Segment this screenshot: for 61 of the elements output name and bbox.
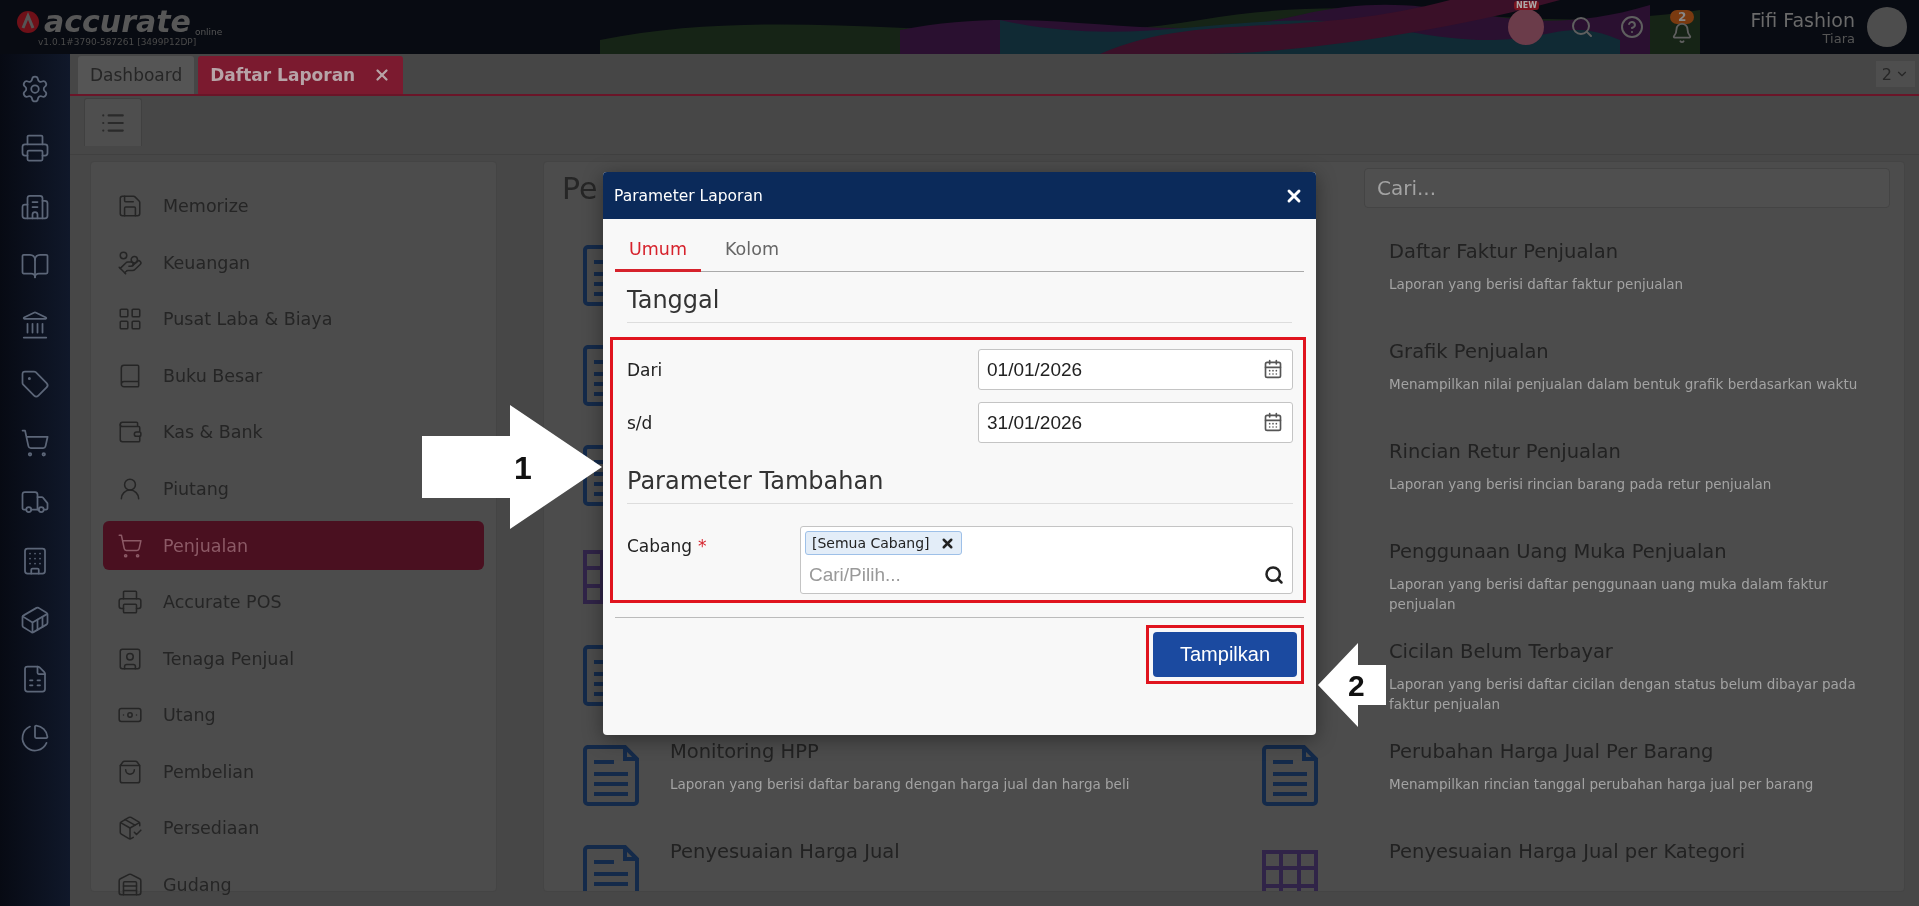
wallet-icon [117, 419, 143, 446]
report-description: Laporan yang berisi rincian barang pada retur penjualan [1389, 475, 1772, 494]
user-role: Tiara [1822, 30, 1855, 46]
logo-text: accurate [44, 7, 191, 37]
menu-item[interactable]: Penjualan [103, 521, 484, 570]
section-heading: Tanggal [627, 286, 1292, 323]
printer-icon [117, 589, 143, 616]
package-icon [117, 815, 143, 842]
calendar-icon[interactable] [1263, 412, 1283, 432]
settings-icon[interactable] [20, 74, 50, 104]
report-description: Laporan yang berisi daftar barang dengan harga jual dan harga beli [670, 775, 1130, 794]
user-avatar[interactable] [1867, 7, 1907, 47]
pie-chart-icon[interactable] [20, 723, 50, 753]
show-button[interactable]: Tampilkan [1153, 632, 1297, 677]
user-name: Fifi Fashion [1750, 8, 1855, 31]
search-field[interactable]: Cari... [1364, 168, 1890, 208]
new-badge: NEW [1514, 1, 1540, 10]
grid-icon [117, 306, 143, 333]
bag-icon [117, 758, 143, 785]
document-icon [582, 844, 640, 891]
multi-select-field[interactable]: [Semua Cabang] Cari/Pilih... [800, 526, 1293, 594]
report-description: Laporan yang berisi daftar faktur penjualan [1389, 275, 1684, 294]
report-description: Laporan yang berisi daftar cicilan dengan status belum dibayar pada faktur penjualan [1389, 675, 1857, 714]
logo-icon [16, 10, 40, 34]
field-label: s/d [627, 412, 654, 433]
document-icon [1261, 744, 1319, 806]
cart-icon [117, 532, 143, 559]
bell-icon[interactable] [1671, 22, 1694, 44]
date-field[interactable]: 01/01/2026 [978, 349, 1293, 390]
printer-icon[interactable] [20, 133, 50, 163]
cart-icon[interactable] [20, 428, 50, 458]
help-icon[interactable] [1620, 15, 1645, 39]
report-description: Menampilkan rincian tanggal perubahan harga jual per barang [1389, 775, 1814, 794]
step-number: 2 [1348, 671, 1365, 701]
version-text: v1.0.1#3790-587261 [3499P12DP] [38, 37, 198, 47]
book-icon[interactable] [20, 251, 50, 281]
list-view-button[interactable] [84, 98, 142, 146]
filter-tag[interactable]: [Semua Cabang] [805, 531, 962, 555]
warehouse-icon [117, 871, 143, 898]
calendar-icon[interactable] [1263, 359, 1283, 379]
field-label: Dari [627, 359, 664, 380]
tab[interactable]: Daftar Laporan [198, 56, 404, 94]
container-icon[interactable] [20, 605, 50, 635]
notification-badge: 2 [1670, 10, 1695, 24]
user-badge-icon [117, 645, 143, 672]
logo-subtitle: online [194, 27, 223, 37]
field-label: Cabang * [627, 535, 708, 556]
bank-icon[interactable] [20, 310, 50, 340]
building-icon[interactable] [20, 192, 50, 222]
tab[interactable]: Umum [615, 231, 701, 272]
step-number: 1 [514, 452, 532, 484]
search-icon[interactable] [1264, 565, 1284, 585]
report-description: Laporan yang berisi daftar penggunaan uang muka dalam faktur penjualan [1389, 575, 1829, 614]
dialog-title: Parameter Laporan [614, 186, 763, 205]
tab[interactable]: Kolom [711, 231, 793, 272]
coins-icon [117, 249, 143, 276]
report-description: Menampilkan nilai penjualan dalam bentuk grafik berdasarkan waktu [1389, 375, 1858, 394]
date-field[interactable]: 31/01/2026 [978, 402, 1293, 443]
tag-icon[interactable] [20, 369, 50, 399]
document-icon [582, 744, 640, 806]
section-heading: Parameter Tambahan [627, 467, 1293, 504]
